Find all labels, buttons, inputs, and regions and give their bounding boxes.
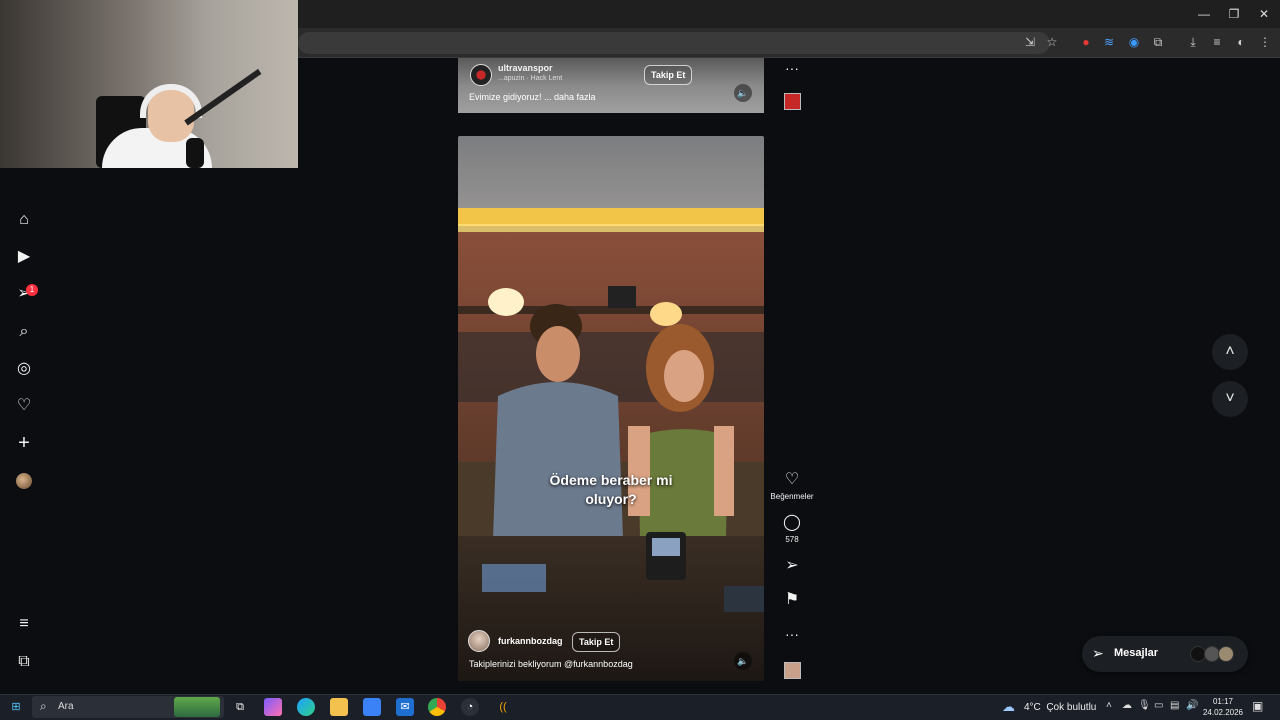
taskbar-search[interactable]: ⌕ Ara	[32, 696, 224, 718]
restore-icon[interactable]: ❐	[1226, 6, 1242, 22]
previous-reel[interactable]: ultravanspor ...apuzin · Hack Lent Takip…	[458, 58, 764, 113]
app-icon[interactable]: ◔	[461, 698, 479, 716]
windows-start-icon[interactable]: ⊞	[7, 698, 25, 716]
reel-audio[interactable]: ...apuzin · Hack Lent	[498, 75, 562, 82]
edge-icon[interactable]	[297, 698, 315, 716]
webcam-overlay	[0, 0, 298, 168]
reel-caption[interactable]: Evimize gidiyoruz! ... daha fazla	[469, 92, 596, 102]
notification-badge: 1	[26, 284, 38, 296]
follow-button[interactable]: Takip Et	[572, 632, 621, 652]
weather-text[interactable]: 4°C Çok bulutlu	[1024, 702, 1096, 713]
audio-thumbnail[interactable]	[784, 93, 801, 110]
create-plus-icon[interactable]: +	[14, 433, 34, 453]
reel-caption[interactable]: Takiplerinizi bekliyorum @furkannbozdag	[469, 659, 633, 669]
home-icon[interactable]: ⌂	[14, 210, 34, 230]
notification-center-icon[interactable]: ▣	[1252, 699, 1263, 713]
mail-icon[interactable]: ✉	[396, 698, 414, 716]
comments-count: 578	[785, 535, 799, 544]
reel-username[interactable]: ultravanspor	[498, 63, 553, 73]
task-view-icon[interactable]: ⧉	[231, 698, 249, 716]
reels-icon[interactable]: ▶	[14, 247, 34, 267]
comment-icon[interactable]: ◯	[782, 513, 802, 533]
tray-display-icon[interactable]: ▭	[1154, 700, 1163, 711]
webcam-headphones	[140, 84, 202, 118]
bookmark-star-icon[interactable]: ☆	[1044, 34, 1060, 50]
search-highlight-image	[174, 697, 220, 717]
explore-compass-icon[interactable]: ◎	[14, 359, 34, 379]
current-reel-video[interactable]: Ödeme beraber mi oluyor? furkannbozdag T…	[458, 136, 764, 681]
tray-chevron-icon[interactable]: ˄	[1106, 700, 1112, 711]
tray-cloud-icon[interactable]: ☁	[1122, 700, 1132, 711]
tray-mic-icon[interactable]: 🎙	[1138, 700, 1151, 711]
reel-overlay-text-line2: oluyor?	[585, 491, 637, 507]
follow-button[interactable]: Takip Et	[644, 65, 693, 85]
message-avatar	[1218, 646, 1234, 662]
extension-blue-icon[interactable]: ◉	[1126, 34, 1142, 50]
file-explorer-icon[interactable]	[330, 698, 348, 716]
more-menu-icon[interactable]: ≡	[14, 614, 34, 634]
save-bookmark-icon[interactable]: ⚑	[782, 590, 802, 610]
media-control-icon[interactable]: ≡	[1209, 34, 1225, 50]
network-icon[interactable]: ▤	[1170, 700, 1179, 711]
webcam-mic	[186, 138, 204, 168]
weather-cloud-icon[interactable]: ☁	[1002, 699, 1015, 715]
download-icon[interactable]: ⤓	[1185, 34, 1201, 50]
notifications-heart-icon[interactable]: ♡	[14, 396, 34, 416]
speaker-icon[interactable]: 🔈	[734, 84, 752, 102]
more-options-icon[interactable]: ···	[782, 58, 802, 78]
copilot-icon[interactable]	[264, 698, 282, 716]
address-bar[interactable]	[298, 32, 1050, 54]
clock-date[interactable]: 24.02.2026	[1200, 708, 1246, 717]
previous-reel-button[interactable]: ˄	[1212, 334, 1248, 370]
audio-app-icon[interactable]: ((	[494, 698, 512, 716]
next-reel-button[interactable]: ˅	[1212, 381, 1248, 417]
share-send-icon[interactable]: ➢	[782, 556, 802, 576]
audio-thumbnail[interactable]	[784, 662, 801, 679]
reel-user-avatar[interactable]	[468, 630, 490, 652]
install-app-icon[interactable]: ⇲	[1022, 34, 1038, 50]
reel-username[interactable]: furkannbozdag	[498, 636, 563, 646]
chrome-icon[interactable]	[428, 698, 446, 716]
likes-label: Beğenmeler	[770, 492, 814, 501]
messages-send-icon: ➢	[1092, 645, 1104, 661]
browser-menu-icon[interactable]: ⋮	[1257, 34, 1273, 50]
reel-overlay-text-line1: Ödeme beraber mi	[549, 472, 673, 488]
profile-avatar-icon[interactable]: ◐	[1233, 34, 1249, 50]
like-heart-icon[interactable]: ♡	[782, 470, 802, 490]
more-options-icon[interactable]: ···	[782, 624, 802, 644]
reel-frame	[458, 136, 764, 681]
reel-user-avatar[interactable]	[470, 64, 492, 86]
speaker-icon[interactable]: 🔈	[734, 652, 752, 670]
search-icon[interactable]: ⌕	[14, 322, 34, 342]
clock-time[interactable]: 01:17	[1202, 697, 1244, 706]
extension-wave-icon[interactable]: ≋	[1101, 34, 1117, 50]
search-placeholder: Ara	[58, 701, 74, 712]
profile-avatar[interactable]	[16, 473, 32, 489]
extension-red-icon[interactable]: ●	[1078, 34, 1094, 50]
also-from-meta-icon[interactable]: ⧉	[14, 652, 34, 672]
close-icon[interactable]: ✕	[1256, 6, 1272, 22]
search-icon: ⌕	[40, 699, 47, 713]
messages-label: Mesajlar	[1114, 647, 1159, 659]
messages-button[interactable]: ➢ Mesajlar	[1082, 636, 1248, 672]
minimize-icon[interactable]: —	[1196, 6, 1212, 22]
volume-icon[interactable]: 🔊	[1186, 700, 1198, 711]
store-icon[interactable]	[363, 698, 381, 716]
extensions-puzzle-icon[interactable]: ⧉	[1150, 34, 1166, 50]
